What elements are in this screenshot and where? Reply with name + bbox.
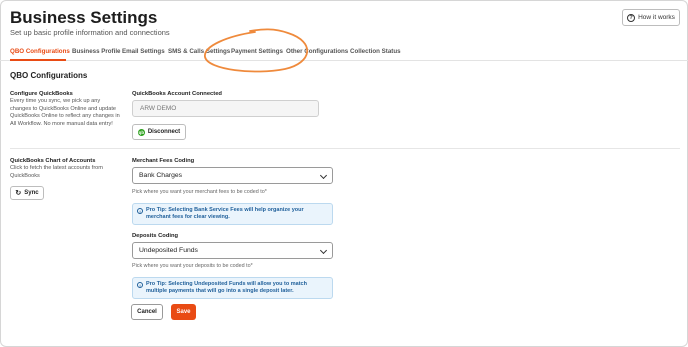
account-connected-label: QuickBooks Account Connected	[132, 91, 222, 97]
sync-label: Sync	[24, 190, 39, 196]
tab-sms-calls-settings[interactable]: SMS & Calls Settings	[168, 48, 230, 55]
merchant-fees-selected: Bank Charges	[139, 172, 183, 179]
configure-quickbooks-description: Every time you sync, we pick up any chan…	[10, 98, 120, 127]
chevron-down-icon	[319, 171, 328, 180]
deposits-coding-select[interactable]: Undeposited Funds	[132, 242, 333, 259]
save-button[interactable]: Save	[171, 304, 196, 320]
tab-collection-status[interactable]: Collection Status	[350, 48, 401, 55]
page-subtitle: Set up basic profile information and con…	[10, 28, 170, 37]
info-icon: i	[137, 281, 143, 288]
deposits-selected: Undeposited Funds	[139, 247, 198, 254]
merchant-fees-label: Merchant Fees Coding	[132, 158, 195, 164]
chevron-down-icon	[319, 246, 328, 255]
how-it-works-button[interactable]: ? How it works	[622, 9, 680, 26]
disconnect-label: Disconnect	[147, 129, 181, 135]
tab-business-profile[interactable]: Business Profile	[72, 48, 121, 55]
chart-of-accounts-label: QuickBooks Chart of Accounts	[10, 158, 96, 164]
info-icon: i	[137, 207, 143, 214]
how-it-works-label: How it works	[638, 14, 675, 21]
merchant-fees-tip: i Pro Tip: Selecting Bank Service Fees w…	[132, 203, 333, 225]
section-divider	[10, 148, 680, 149]
cancel-button[interactable]: Cancel	[131, 304, 163, 320]
refresh-icon: ↻	[15, 190, 22, 197]
deposits-tip-text: Pro Tip: Selecting Undeposited Funds wil…	[146, 281, 307, 295]
settings-tabs: QBO Configurations Business Profile Emai…	[0, 45, 688, 61]
merchant-fees-help: Pick where you want your merchant fees t…	[132, 189, 267, 195]
page-title: Business Settings	[10, 8, 158, 27]
section-title: QBO Configurations	[10, 71, 88, 80]
merchant-fees-select[interactable]: Bank Charges	[132, 167, 333, 184]
tab-qbo-configurations[interactable]: QBO Configurations	[10, 48, 70, 55]
configure-quickbooks-label: Configure QuickBooks	[10, 91, 73, 97]
tab-payment-settings[interactable]: Payment Settings	[231, 48, 283, 55]
sync-button[interactable]: ↻ Sync	[10, 186, 44, 200]
account-connected-field: ARW DEMO	[132, 100, 319, 117]
deposits-tip: i Pro Tip: Selecting Undeposited Funds w…	[132, 277, 333, 299]
quickbooks-icon: qb	[137, 128, 145, 136]
question-circle-icon: ?	[627, 13, 636, 22]
deposits-coding-label: Deposits Coding	[132, 233, 179, 239]
active-tab-underline	[10, 59, 66, 61]
tab-email-settings[interactable]: Email Settings	[122, 48, 165, 55]
chart-of-accounts-description: Click to fetch the latest accounts from …	[10, 165, 103, 179]
merchant-fees-tip-text: Pro Tip: Selecting Bank Service Fees wil…	[146, 207, 304, 221]
tab-other-configurations[interactable]: Other Configurations	[286, 48, 348, 55]
disconnect-button[interactable]: qb Disconnect	[132, 124, 186, 140]
deposits-help: Pick where you want your deposits to be …	[132, 263, 253, 269]
